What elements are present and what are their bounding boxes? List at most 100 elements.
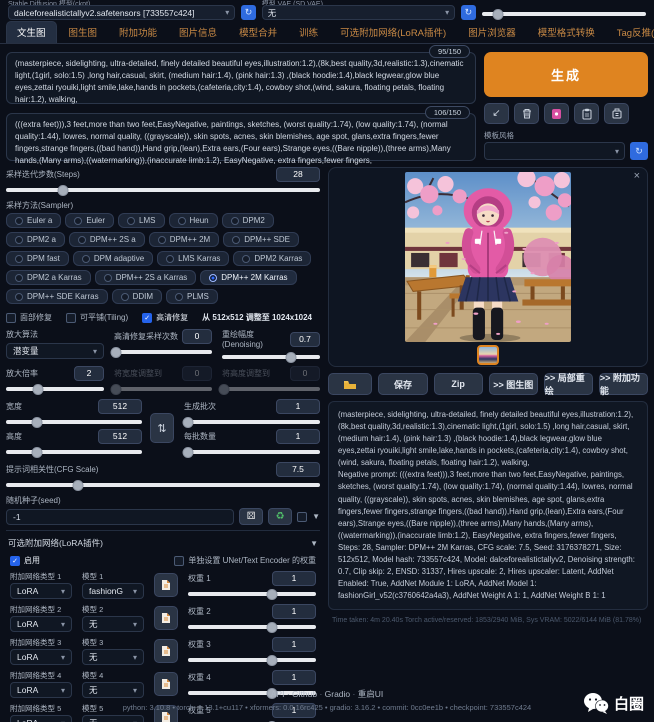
- styles-select[interactable]: ▾: [484, 142, 625, 160]
- slider-knob[interactable]: [57, 185, 68, 196]
- slider-knob[interactable]: [285, 352, 296, 363]
- send-to-extras-button[interactable]: >> 附加功能: [599, 373, 648, 395]
- gallery-thumbnail[interactable]: [477, 345, 499, 365]
- tab-extras[interactable]: 附加功能: [109, 22, 167, 43]
- send-to-img2img-button[interactable]: >> 图生图: [489, 373, 538, 395]
- lora-type-select[interactable]: LoRA▾: [10, 616, 72, 632]
- lora-enable-checkbox[interactable]: ✓启用: [10, 555, 40, 566]
- sampler-option[interactable]: LMS Karras: [157, 251, 229, 266]
- slider-knob[interactable]: [73, 480, 84, 491]
- github-link[interactable]: Github: [292, 689, 325, 699]
- batch-size-value[interactable]: 1: [276, 429, 320, 444]
- refresh-vae-button[interactable]: ↻: [461, 5, 476, 20]
- lora-weight-value[interactable]: 1: [272, 571, 316, 586]
- lora-type-select[interactable]: LoRA▾: [10, 583, 72, 599]
- batch-count-value[interactable]: 1: [276, 399, 320, 414]
- restore-faces-checkbox[interactable]: 面部修复: [6, 312, 52, 323]
- sampler-option[interactable]: DPM adaptive: [73, 251, 153, 266]
- generated-image[interactable]: [405, 172, 571, 342]
- paste-arrow-button[interactable]: ↙: [484, 103, 509, 124]
- apply-style-button[interactable]: [574, 103, 599, 124]
- sampler-option[interactable]: Euler a: [6, 213, 61, 228]
- chevron-down-icon[interactable]: ▼: [312, 512, 320, 521]
- zip-button[interactable]: Zip: [434, 373, 483, 395]
- slider-knob[interactable]: [267, 622, 278, 633]
- cfg-value[interactable]: 7.5: [276, 462, 320, 477]
- prompt-input[interactable]: (masterpiece, sidelighting, ultra-detail…: [6, 52, 476, 104]
- slider-knob[interactable]: [183, 417, 194, 428]
- sampler-option[interactable]: DPM++ 2S a Karras: [95, 270, 197, 285]
- slider-knob[interactable]: [32, 417, 43, 428]
- save-button[interactable]: 保存: [378, 373, 427, 395]
- clear-prompt-button[interactable]: [514, 103, 539, 124]
- send-to-inpaint-button[interactable]: >> 局部重绘: [544, 373, 593, 395]
- checkpoint-select[interactable]: dalceforealistictallyv2.safetensors [733…: [8, 5, 235, 20]
- lora-model-select[interactable]: 无▾: [82, 649, 144, 665]
- save-style-button[interactable]: [604, 103, 629, 124]
- sampler-option[interactable]: LMS: [118, 213, 164, 228]
- sampler-option[interactable]: DPM2: [222, 213, 274, 228]
- reuse-seed-button[interactable]: ♻: [268, 508, 292, 525]
- denoising-value[interactable]: 0.7: [290, 332, 320, 347]
- sampler-option-selected[interactable]: DPM++ 2M Karras: [200, 270, 296, 285]
- tab-txt2img[interactable]: 文生图: [6, 21, 57, 43]
- hires-steps-slider[interactable]: [114, 350, 212, 354]
- api-link[interactable]: API: [271, 689, 292, 699]
- extra-networks-button[interactable]: [544, 103, 569, 124]
- refresh-styles-button[interactable]: ↻: [630, 142, 648, 160]
- hires-fix-checkbox[interactable]: ✓高清修复: [142, 312, 188, 323]
- lora-model-info-button[interactable]: [154, 606, 178, 630]
- negative-prompt-input[interactable]: (((extra feet))),3 feet,more than two fe…: [6, 113, 476, 161]
- lora-weight-value[interactable]: 1: [272, 604, 316, 619]
- tab-img2img[interactable]: 图生图: [59, 22, 108, 43]
- slider-knob[interactable]: [183, 447, 194, 458]
- sampler-option[interactable]: DDIM: [112, 289, 162, 304]
- batch-size-slider[interactable]: [184, 450, 320, 454]
- close-icon[interactable]: ×: [634, 170, 640, 182]
- seed-input[interactable]: -1: [6, 509, 234, 525]
- lora-separate-weights-checkbox[interactable]: 单独设置 UNet/Text Encoder 的权重: [174, 555, 316, 566]
- width-value[interactable]: 512: [98, 399, 142, 414]
- sampler-option[interactable]: DPM++ SDE: [223, 232, 299, 247]
- upscale-by-slider[interactable]: [6, 387, 104, 391]
- tab-additional-networks[interactable]: 可选附加网络(LoRA插件): [330, 22, 456, 43]
- sampler-option[interactable]: DPM++ 2S a: [69, 232, 145, 247]
- steps-value[interactable]: 28: [276, 167, 320, 182]
- slider-knob[interactable]: [32, 447, 43, 458]
- swap-dimensions-button[interactable]: ⇅: [150, 413, 174, 443]
- height-value[interactable]: 512: [98, 429, 142, 444]
- sampler-option[interactable]: DPM++ SDE Karras: [6, 289, 108, 304]
- tab-model-converter[interactable]: 模型格式转换: [528, 22, 605, 43]
- sampler-option[interactable]: DPM2 Karras: [233, 251, 311, 266]
- reload-ui-link[interactable]: 重启UI: [358, 689, 384, 699]
- extra-seed-checkbox[interactable]: [297, 512, 307, 522]
- upscaler-select[interactable]: 潜变量▾: [6, 343, 104, 359]
- lora-weight-value[interactable]: 1: [272, 670, 316, 685]
- lora-model-select[interactable]: fashionG▾: [82, 583, 144, 599]
- generate-button[interactable]: 生成: [484, 52, 648, 97]
- lora-weight-value[interactable]: 1: [272, 637, 316, 652]
- sampler-option[interactable]: DPM2 a: [6, 232, 65, 247]
- slider-knob[interactable]: [493, 9, 504, 20]
- denoising-slider[interactable]: [222, 355, 320, 359]
- vae-select[interactable]: 无▾: [262, 5, 455, 20]
- sampler-option[interactable]: DPM fast: [6, 251, 69, 266]
- slider-knob[interactable]: [33, 384, 44, 395]
- random-seed-button[interactable]: ⚄: [239, 508, 263, 525]
- tab-tagger[interactable]: Tag反推(Tagger): [607, 22, 654, 43]
- lora-weight-slider[interactable]: [188, 592, 316, 596]
- tab-image-browser[interactable]: 图片浏览器: [458, 22, 526, 43]
- slider-knob[interactable]: [110, 347, 121, 358]
- sampler-option[interactable]: DPM++ 2M: [149, 232, 219, 247]
- lora-weight-slider[interactable]: [188, 625, 316, 629]
- width-slider[interactable]: [6, 420, 142, 424]
- steps-slider[interactable]: [6, 188, 320, 192]
- lora-model-info-button[interactable]: [154, 573, 178, 597]
- cfg-slider[interactable]: [6, 483, 320, 487]
- tab-png-info[interactable]: 图片信息: [169, 22, 227, 43]
- tab-checkpoint-merger[interactable]: 模型合并: [229, 22, 287, 43]
- tiling-checkbox[interactable]: 可平铺(Tiling): [66, 312, 128, 323]
- batch-count-slider[interactable]: [184, 420, 320, 424]
- lora-model-info-button[interactable]: [154, 639, 178, 663]
- sampler-option[interactable]: DPM2 a Karras: [6, 270, 91, 285]
